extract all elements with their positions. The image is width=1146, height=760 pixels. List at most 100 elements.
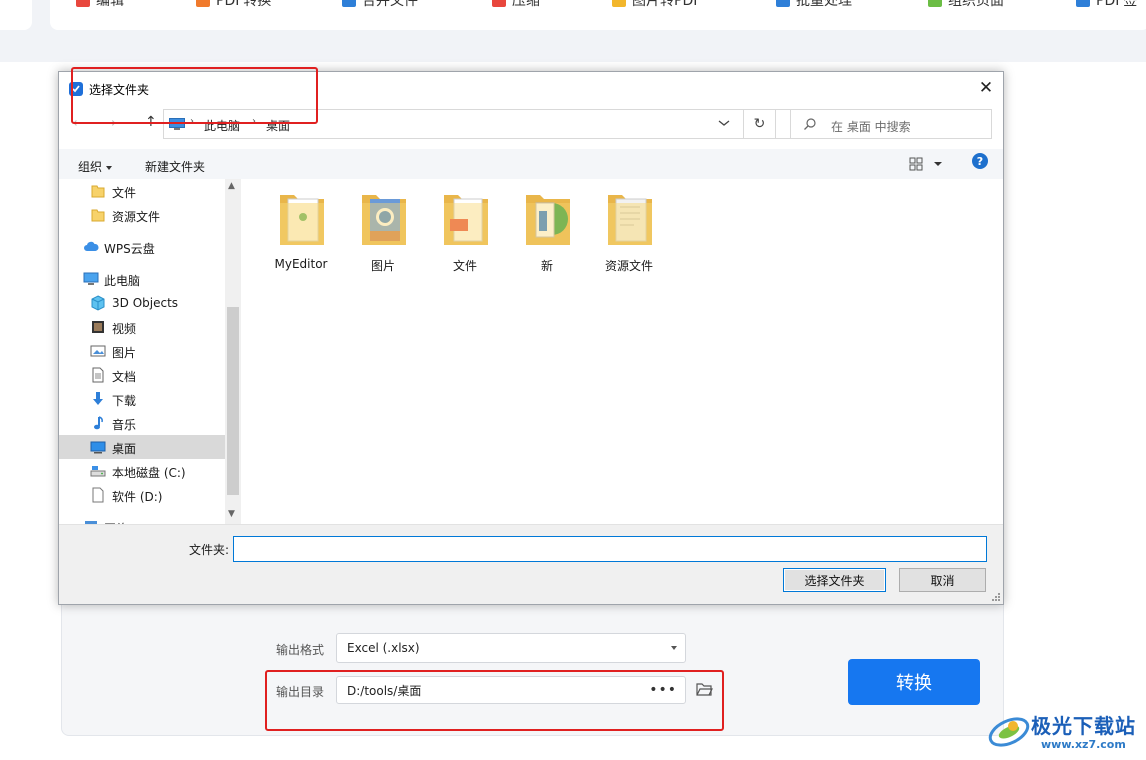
nav-item-wps-cloud[interactable]: WPS云盘	[59, 235, 225, 259]
3d-objects-icon	[91, 295, 105, 311]
nav-item-pictures[interactable]: 图片	[59, 339, 225, 363]
folder-item[interactable]: MyEditor	[266, 189, 336, 271]
folder-icon	[91, 209, 105, 222]
view-options-icon[interactable]	[909, 156, 945, 172]
folder-name: 资源文件	[604, 259, 653, 273]
watermark: 极光下载站 www.xz7.com	[985, 706, 1145, 758]
folder-name: 文件	[452, 259, 477, 273]
select-folder-dialog: 选择文件夹 ✕ ← → ↑ › 此电脑 › 桌面 ↻ 在 桌面 中搜索 组织 新…	[58, 71, 1004, 605]
app-toolbar: 编辑 PDF转换 合并文件 压缩 图片转PDF 批量处理 组织页面 PDF签	[0, 0, 1146, 30]
nav-scrollbar[interactable]: ▲ ▼	[225, 179, 241, 524]
search-icon	[804, 118, 816, 130]
scroll-thumb[interactable]	[227, 307, 239, 495]
video-icon	[92, 321, 104, 333]
tool-edit[interactable]: 编辑	[76, 0, 124, 9]
tool-sign[interactable]: PDF签	[1076, 0, 1137, 9]
nav-item-label: 视频	[112, 322, 137, 336]
search-field[interactable]: 在 桌面 中搜索	[790, 109, 992, 139]
music-icon	[94, 416, 103, 430]
output-format-select[interactable]: Excel (.xlsx)	[336, 633, 686, 663]
compress-icon	[492, 0, 506, 7]
help-icon[interactable]: ?	[972, 153, 988, 169]
tool-label: 合并文件	[362, 0, 418, 9]
desktop-icon	[90, 441, 106, 454]
folder-name: MyEditor	[274, 257, 328, 271]
pictures-icon	[90, 345, 106, 357]
scroll-up-icon[interactable]: ▲	[228, 181, 235, 191]
folder-item[interactable]: 文件	[430, 189, 500, 273]
tool-label: PDF转换	[216, 0, 272, 9]
output-format-label: 输出格式	[276, 643, 325, 657]
toolbar-left-stub	[0, 0, 32, 30]
folder-icon	[526, 195, 570, 245]
nav-item-label: 音乐	[112, 418, 137, 432]
folder-icon	[280, 195, 324, 245]
caret-down-icon	[106, 165, 113, 170]
nav-item-desktop[interactable]: 桌面	[59, 435, 225, 459]
organize-pages-icon	[928, 0, 942, 7]
navigation-pane: 文件 资源文件 WPS云盘 此电脑 3D Objects 视频 图片 文档 下载…	[59, 179, 225, 524]
tool-label: 压缩	[512, 0, 540, 9]
watermark-text: 极光下载站	[1031, 714, 1136, 738]
nav-item-drive-d[interactable]: 软件 (D:)	[59, 483, 225, 507]
nav-item-label: 3D Objects	[112, 296, 179, 310]
chevron-down-icon[interactable]	[717, 118, 731, 128]
scroll-down-icon[interactable]: ▼	[228, 509, 235, 519]
nav-item-documents[interactable]: 文档	[59, 363, 225, 387]
nav-item-this-pc[interactable]: 此电脑	[59, 267, 225, 291]
tool-batch[interactable]: 批量处理	[776, 0, 852, 9]
folder-field-label: 文件夹:	[189, 543, 230, 557]
nav-item-downloads[interactable]: 下载	[59, 387, 225, 411]
pdf-convert-icon	[196, 0, 210, 7]
nav-item-music[interactable]: 音乐	[59, 411, 225, 435]
cancel-button[interactable]: 取消	[899, 568, 986, 592]
refresh-icon[interactable]: ↻	[743, 109, 776, 139]
output-format-value: Excel (.xlsx)	[347, 641, 420, 655]
tool-pdf-convert[interactable]: PDF转换	[196, 0, 272, 9]
folder-icon	[444, 195, 488, 245]
tool-label: 编辑	[96, 0, 124, 9]
folder-item[interactable]: 资源文件	[594, 189, 664, 273]
tool-label: 批量处理	[796, 0, 852, 9]
resize-grip-icon[interactable]	[991, 592, 1001, 602]
folder-item[interactable]: 新	[512, 189, 582, 273]
batch-icon	[776, 0, 790, 7]
merge-icon	[342, 0, 356, 7]
convert-button[interactable]: 转换	[848, 659, 980, 705]
tool-label: 组织页面	[948, 0, 1004, 9]
nav-item-resources[interactable]: 资源文件	[59, 203, 225, 227]
select-folder-button[interactable]: 选择文件夹	[783, 568, 886, 592]
folder-icon	[608, 195, 652, 245]
tool-compress[interactable]: 压缩	[492, 0, 540, 9]
nav-item-files[interactable]: 文件	[59, 179, 225, 203]
close-icon[interactable]: ✕	[969, 72, 1003, 104]
documents-icon	[92, 367, 104, 383]
nav-item-label: 此电脑	[104, 274, 141, 288]
nav-item-label: 本地磁盘 (C:)	[112, 466, 186, 480]
organize-label: 组织	[78, 160, 103, 174]
nav-item-label: 图片	[112, 346, 137, 360]
nav-item-videos[interactable]: 视频	[59, 315, 225, 339]
nav-item-label: 文档	[112, 370, 137, 384]
watermark-url: www.xz7.com	[1041, 738, 1126, 751]
highlight-output-dir	[265, 670, 724, 731]
folder-item[interactable]: 图片	[348, 189, 418, 273]
tool-image-to-pdf[interactable]: 图片转PDF	[612, 0, 701, 9]
nav-item-network[interactable]: 网络	[59, 515, 225, 524]
tool-organize[interactable]: 组织页面	[928, 0, 1004, 9]
command-bar: 组织 新建文件夹	[59, 149, 1003, 181]
tool-merge[interactable]: 合并文件	[342, 0, 418, 9]
organize-menu[interactable]: 组织	[78, 158, 113, 175]
watermark-logo-icon	[988, 717, 1030, 747]
nav-item-label: 文件	[112, 186, 137, 200]
nav-item-label: 资源文件	[112, 210, 161, 224]
app-band	[0, 30, 1146, 62]
highlight-dialog-title	[71, 67, 318, 124]
nav-item-local-disk-c[interactable]: 本地磁盘 (C:)	[59, 459, 225, 483]
folder-name-input[interactable]	[233, 536, 987, 562]
nav-item-3d-objects[interactable]: 3D Objects	[59, 291, 225, 315]
folder-content-pane: MyEditor 图片 文件 新 资源文件	[241, 179, 1003, 524]
edit-icon	[76, 0, 90, 7]
this-pc-icon	[83, 272, 99, 285]
new-folder-button[interactable]: 新建文件夹	[145, 158, 205, 175]
